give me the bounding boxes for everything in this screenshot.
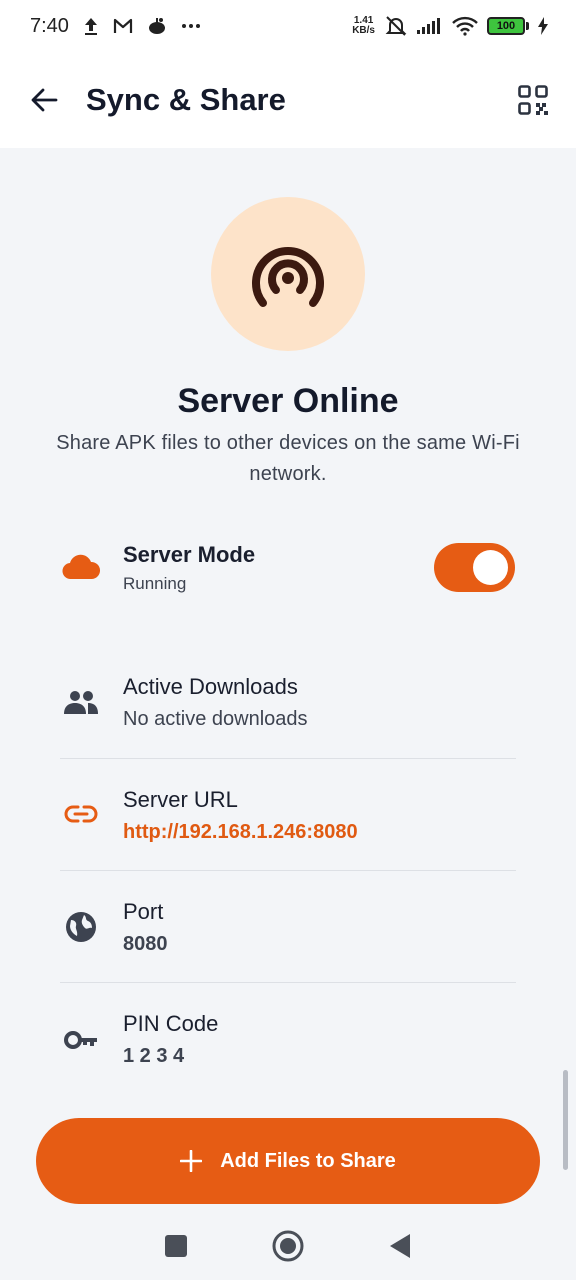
active-downloads-row: Active Downloads No active downloads bbox=[60, 674, 516, 731]
network-speed: 1.41 KB/s bbox=[352, 16, 375, 36]
recents-button[interactable] bbox=[156, 1226, 196, 1266]
port-texts: Port 8080 bbox=[123, 899, 168, 956]
mute-icon bbox=[384, 15, 408, 37]
server-url-value[interactable]: http://192.168.1.246:8080 bbox=[123, 821, 358, 844]
server-mode-label: Server Mode bbox=[123, 542, 256, 567]
server-url-row[interactable]: Server URL http://192.168.1.246:8080 bbox=[60, 787, 516, 844]
qr-code-icon bbox=[518, 85, 548, 115]
battery-icon: 100 bbox=[487, 17, 529, 35]
port-row: Port 8080 bbox=[60, 899, 516, 956]
speed-unit: KB/s bbox=[352, 25, 375, 36]
add-files-label: Add Files to Share bbox=[220, 1149, 396, 1172]
server-mode-texts: Server Mode Running bbox=[123, 542, 255, 594]
port-value: 8080 bbox=[123, 933, 168, 955]
port-label: Port bbox=[123, 899, 164, 924]
back-button[interactable] bbox=[28, 84, 60, 116]
server-status-subtitle: Share APK files to other devices on the … bbox=[56, 432, 520, 485]
server-status-title: Server Online bbox=[177, 382, 399, 420]
divider bbox=[60, 758, 516, 759]
pin-code-label: PIN Code bbox=[123, 1011, 219, 1036]
app-bar: Sync & Share bbox=[0, 52, 576, 148]
nav-back-icon bbox=[390, 1234, 410, 1258]
toggle-knob bbox=[473, 550, 508, 585]
active-downloads-label: Active Downloads bbox=[123, 674, 298, 699]
server-mode-toggle[interactable] bbox=[434, 543, 515, 592]
status-left: 7:40 bbox=[30, 15, 201, 38]
pin-code-texts: PIN Code 1 2 3 4 bbox=[123, 1011, 218, 1068]
plus-icon bbox=[179, 1145, 203, 1177]
status-right: 1.41 KB/s 100 bbox=[352, 15, 548, 37]
server-url-texts: Server URL http://192.168.1.246:8080 bbox=[123, 787, 358, 844]
page-title: Sync & Share bbox=[86, 82, 286, 117]
recents-icon bbox=[165, 1235, 187, 1257]
battery-cap bbox=[526, 22, 529, 30]
battery-level: 100 bbox=[487, 17, 525, 35]
home-button[interactable] bbox=[268, 1226, 308, 1266]
nav-back-button[interactable] bbox=[380, 1226, 420, 1266]
status-bar: 7:40 1.41 KB/s 100 bbox=[0, 0, 576, 52]
cloud-icon bbox=[60, 554, 102, 580]
divider bbox=[60, 870, 516, 871]
server-mode-status: Running bbox=[123, 574, 187, 593]
pin-code-value: 1 2 3 4 bbox=[123, 1045, 185, 1067]
signal-icon bbox=[417, 18, 443, 34]
app-notification-icon bbox=[147, 17, 167, 35]
home-icon bbox=[272, 1230, 304, 1262]
charging-icon bbox=[538, 17, 548, 35]
arrow-back-icon bbox=[31, 88, 58, 112]
add-files-button[interactable]: Add Files to Share bbox=[36, 1118, 540, 1204]
upload-icon bbox=[83, 16, 99, 36]
wifi-icon bbox=[452, 16, 478, 36]
server-status-badge bbox=[211, 197, 365, 351]
system-nav-bar bbox=[0, 1212, 576, 1280]
broadcast-icon bbox=[252, 247, 324, 307]
pin-code-row: PIN Code 1 2 3 4 bbox=[60, 1011, 516, 1068]
people-icon bbox=[60, 690, 102, 714]
divider bbox=[60, 982, 516, 983]
server-url-label: Server URL bbox=[123, 787, 238, 812]
status-time: 7:40 bbox=[30, 14, 69, 37]
link-icon bbox=[60, 805, 102, 823]
scrollbar[interactable] bbox=[563, 1070, 568, 1170]
globe-icon bbox=[60, 911, 102, 943]
gmail-icon bbox=[113, 18, 133, 34]
active-downloads-texts: Active Downloads No active downloads bbox=[123, 674, 308, 731]
qr-code-button[interactable] bbox=[516, 83, 550, 117]
more-notifications-icon bbox=[181, 23, 201, 29]
key-icon bbox=[60, 1031, 102, 1049]
active-downloads-value: No active downloads bbox=[123, 708, 308, 730]
